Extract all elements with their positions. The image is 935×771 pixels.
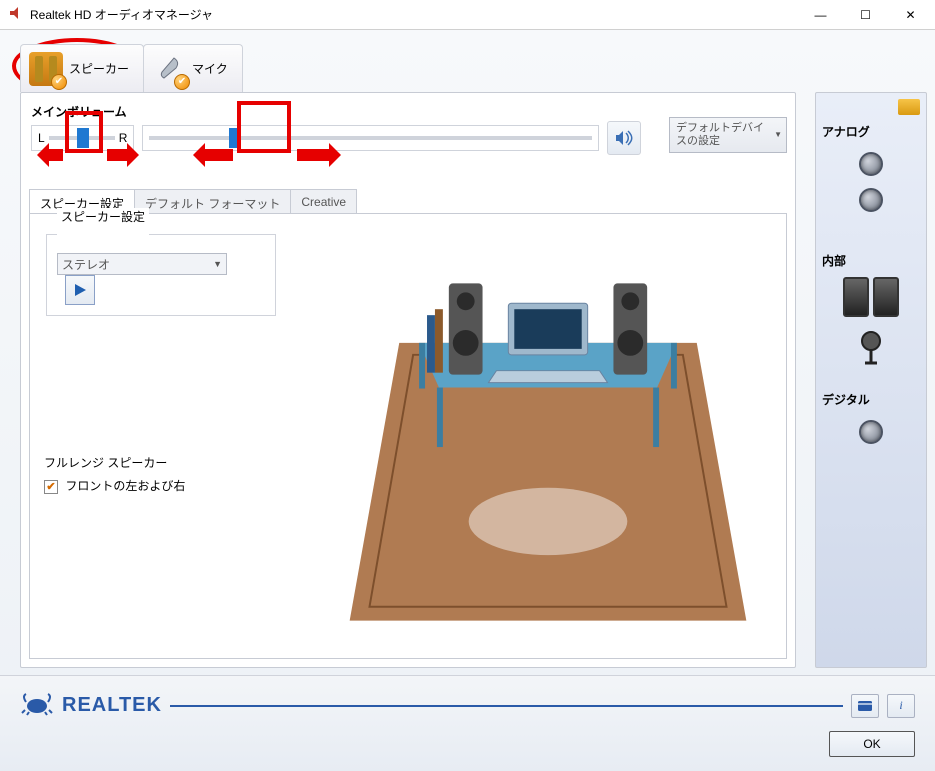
play-icon — [72, 282, 88, 298]
internal-speakers-icon[interactable] — [841, 277, 901, 321]
tab-mic[interactable]: ✔ マイク — [143, 44, 243, 92]
main-volume-label: メインボリューム — [31, 103, 127, 120]
digital-jack-1[interactable] — [859, 420, 883, 444]
balance-l-label: L — [38, 131, 45, 145]
analog-jack-1[interactable] — [859, 152, 883, 176]
speaker-config-label: スピーカー設定 — [57, 208, 149, 225]
app-body: ✔ スピーカー ✔ マイク メインボリューム L R — [0, 30, 935, 771]
side-internal-label: 内部 — [822, 252, 920, 269]
tab-speaker-label: スピーカー — [69, 60, 129, 77]
app-icon — [8, 5, 24, 24]
tab-speaker[interactable]: ✔ スピーカー — [20, 44, 144, 92]
main-panel: メインボリューム L R デフォルトデバイスの設定 — [20, 92, 796, 668]
default-device-label: デフォルトデバイスの設定 — [676, 122, 768, 148]
speaker-mode-value: ステレオ — [62, 256, 110, 273]
balance-slider[interactable]: L R — [31, 125, 134, 151]
info-button[interactable]: i — [887, 694, 915, 718]
mic-device-icon: ✔ — [152, 52, 186, 86]
fullrange-group: フルレンジ スピーカー ✔ フロントの左および右 — [44, 454, 274, 494]
titlebar: Realtek HD オーディオマネージャ — ☐ ✕ — [0, 0, 935, 30]
realtek-crab-icon — [20, 692, 54, 719]
minimize-button[interactable]: — — [798, 1, 843, 29]
maximize-button[interactable]: ☐ — [843, 1, 888, 29]
device-tabs: ✔ スピーカー ✔ マイク — [20, 44, 243, 92]
volume-row: L R — [31, 121, 641, 155]
analog-jack-2[interactable] — [859, 188, 883, 212]
play-test-button[interactable] — [65, 275, 95, 305]
ok-button[interactable]: OK — [829, 731, 915, 757]
window-title: Realtek HD オーディオマネージャ — [30, 6, 798, 23]
speaker-config-group: スピーカー設定 ステレオ ▼ — [46, 226, 276, 316]
volume-slider[interactable] — [142, 125, 599, 151]
brand-label: REALTEK — [62, 694, 162, 717]
speaker-device-icon: ✔ — [29, 52, 63, 86]
side-panel: アナログ 内部 デジタル — [815, 92, 927, 668]
info-icon: i — [899, 698, 902, 713]
close-button[interactable]: ✕ — [888, 1, 933, 29]
front-lr-checkbox-row[interactable]: ✔ フロントの左および右 — [44, 479, 185, 493]
side-digital-label: デジタル — [822, 391, 920, 408]
brand-divider — [170, 705, 843, 707]
card-icon — [857, 700, 873, 712]
side-analog-label: アナログ — [822, 123, 920, 140]
tab-mic-label: マイク — [192, 60, 228, 77]
checkbox-checked-icon: ✔ — [44, 480, 58, 494]
internal-mic-icon[interactable] — [854, 327, 888, 371]
speaker-sound-icon — [614, 128, 634, 148]
footer: REALTEK i OK — [0, 675, 935, 771]
folder-icon[interactable] — [898, 99, 920, 115]
sub-panel: スピーカー設定 ステレオ ▼ フルレンジ スピーカー ✔ フロントの左および右 — [29, 213, 787, 659]
mute-button[interactable] — [607, 121, 641, 155]
fullrange-label: フルレンジ スピーカー — [44, 454, 274, 471]
default-device-dropdown[interactable]: デフォルトデバイスの設定 — [669, 117, 787, 153]
speaker-mode-select[interactable]: ステレオ ▼ — [57, 253, 227, 275]
balance-r-label: R — [119, 131, 128, 145]
chevron-down-icon: ▼ — [213, 259, 222, 269]
options-button[interactable] — [851, 694, 879, 718]
ok-label: OK — [863, 737, 880, 751]
front-lr-label: フロントの左および右 — [65, 479, 185, 493]
room-illustration — [310, 214, 786, 658]
